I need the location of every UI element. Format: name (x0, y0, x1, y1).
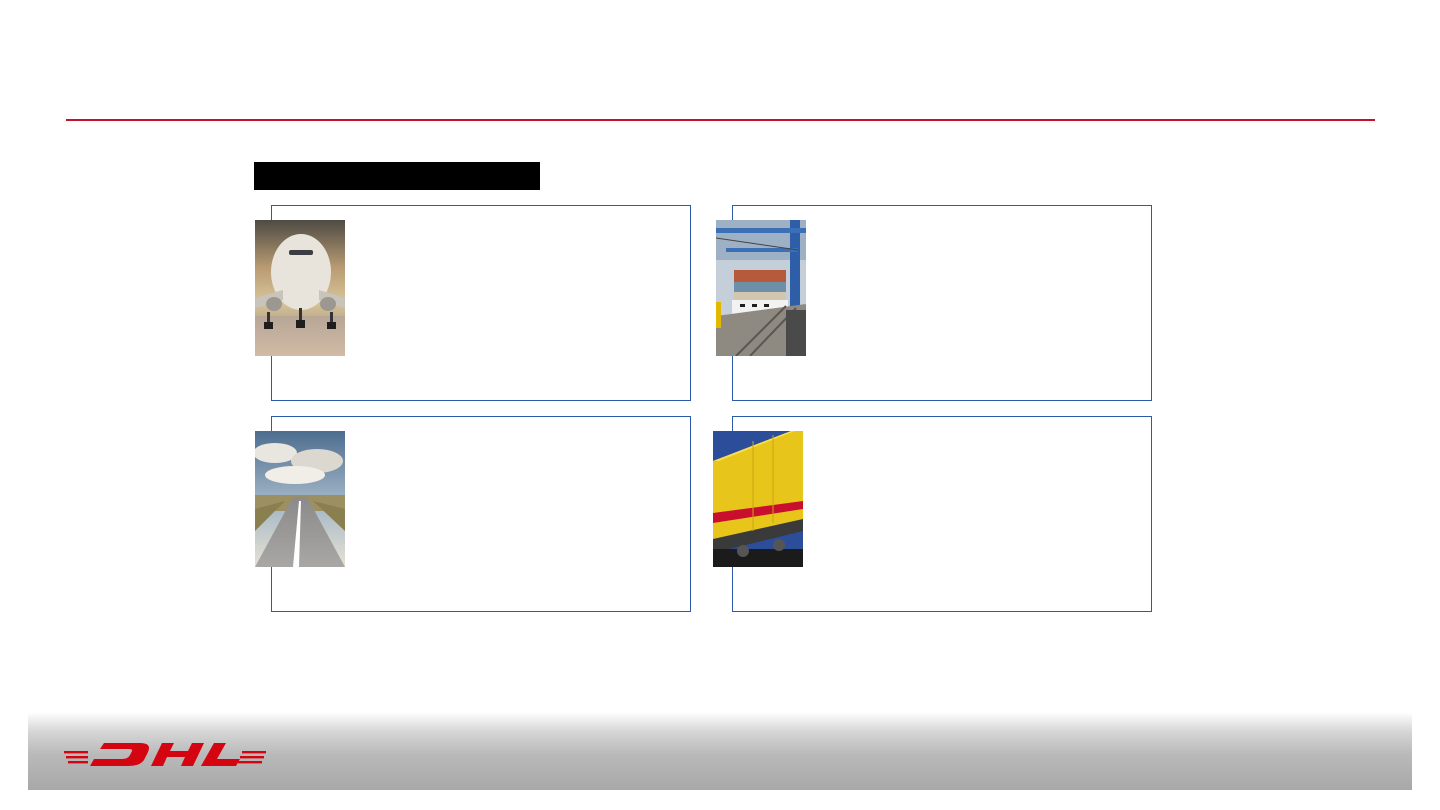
freight-train-image (713, 431, 803, 567)
header-divider (66, 119, 1375, 121)
dhl-logo (64, 738, 266, 768)
container-ship-image (716, 220, 806, 356)
road-image (255, 431, 345, 567)
airplane-image (255, 220, 345, 356)
section-heading-bar (254, 162, 540, 190)
